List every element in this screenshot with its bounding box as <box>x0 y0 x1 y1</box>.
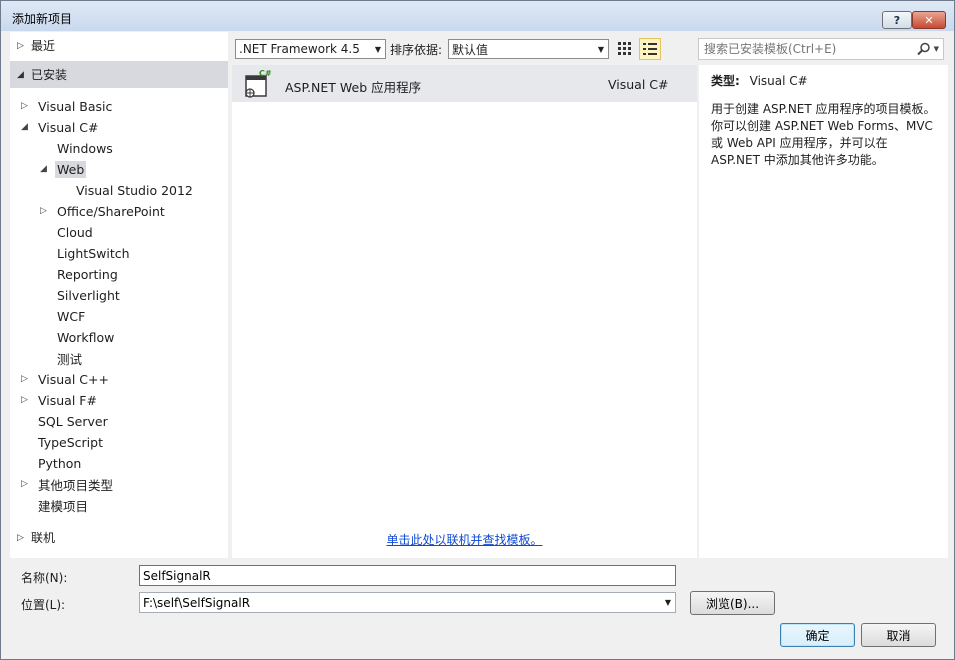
framework-select[interactable]: .NET Framework 4.5 ▼ <box>235 39 386 59</box>
grid-view-icon <box>618 42 631 55</box>
expand-arrow-icon[interactable]: ▷ <box>21 395 36 405</box>
section-installed-label: 已安装 <box>31 68 68 82</box>
tree-item-visual-basic[interactable]: ▷ Visual Basic <box>21 96 114 116</box>
expand-arrow-icon[interactable]: ▷ <box>40 206 55 216</box>
section-online-label: 联机 <box>31 531 56 545</box>
section-online[interactable]: ▷ 联机 <box>10 524 228 551</box>
name-input[interactable] <box>140 568 675 583</box>
template-item[interactable]: C# ASP.NET Web 应用程序 Visual C# <box>232 65 697 102</box>
collapse-arrow-icon: ◢ <box>17 69 24 80</box>
tree-item-visual-fsharp[interactable]: ▷ Visual F# <box>21 390 99 410</box>
template-description-panel: 类型: Visual C# 用于创建 ASP.NET 应用程序的项目模板。你可以… <box>699 65 948 558</box>
location-combo[interactable]: ▼ <box>139 592 676 613</box>
ok-button[interactable]: 确定 <box>780 623 855 647</box>
cancel-button[interactable]: 取消 <box>861 623 936 647</box>
sort-label: 排序依据: <box>390 43 443 57</box>
collapse-arrow-icon[interactable]: ◢ <box>21 122 36 132</box>
expand-arrow-icon: ▷ <box>17 40 24 51</box>
tree-item-visual-studio-2012[interactable]: Visual Studio 2012 <box>59 180 195 200</box>
window-title: 添加新项目 <box>12 12 73 26</box>
chevron-down-icon: ▼ <box>374 44 382 54</box>
browse-button[interactable]: 浏览(B)... <box>690 591 775 615</box>
chevron-down-icon[interactable]: ▼ <box>934 45 939 53</box>
list-view-icon <box>643 43 657 55</box>
find-templates-online-link[interactable]: 单击此处以联机并查找模板。 <box>232 531 697 548</box>
section-recent[interactable]: ▷ 最近 <box>10 32 228 59</box>
tree-item-python[interactable]: Python <box>21 453 83 473</box>
location-input[interactable] <box>140 595 661 610</box>
help-button[interactable]: ? <box>882 11 912 29</box>
tree-item-cloud[interactable]: Cloud <box>40 222 95 242</box>
tree-item-workflow[interactable]: Workflow <box>40 327 116 347</box>
template-language: Visual C# <box>608 77 669 92</box>
tree-item-visual-cpp[interactable]: ▷ Visual C++ <box>21 369 111 389</box>
template-list: C# ASP.NET Web 应用程序 Visual C# 单击此处以联机并查找… <box>232 65 697 558</box>
tree-item-web[interactable]: ◢ Web <box>40 159 87 179</box>
title-bar: 添加新项目 ? ✕ <box>1 1 954 31</box>
name-field[interactable] <box>139 565 676 586</box>
medium-icons-view-button[interactable] <box>639 38 661 60</box>
tree-item-silverlight[interactable]: Silverlight <box>40 285 122 305</box>
template-description: 用于创建 ASP.NET 应用程序的项目模板。你可以创建 ASP.NET Web… <box>711 102 936 167</box>
section-installed[interactable]: ◢ 已安装 <box>10 61 228 88</box>
tree-item-wcf[interactable]: WCF <box>40 306 87 326</box>
tree-item-windows[interactable]: Windows <box>40 138 115 158</box>
location-label: 位置(L): <box>21 598 66 612</box>
expand-arrow-icon[interactable]: ▷ <box>21 101 36 111</box>
expand-arrow-icon[interactable]: ▷ <box>21 374 36 384</box>
expand-arrow-icon[interactable]: ▷ <box>21 479 36 489</box>
tree-item-reporting[interactable]: Reporting <box>40 264 120 284</box>
close-button[interactable]: ✕ <box>912 11 946 29</box>
chevron-down-icon: ▼ <box>597 44 605 54</box>
sort-select[interactable]: 默认值 ▼ <box>448 39 609 59</box>
tree-item-lightswitch[interactable]: LightSwitch <box>40 243 132 263</box>
section-recent-label: 最近 <box>31 39 56 53</box>
collapse-arrow-icon[interactable]: ◢ <box>40 164 55 174</box>
tree-item-other-project-types[interactable]: ▷ 其他项目类型 <box>21 474 115 494</box>
search-templates-box[interactable]: ▼ <box>698 38 944 60</box>
template-type: 类型: Visual C# <box>711 74 808 88</box>
category-panel: ▷ 最近 ◢ 已安装 ▷ Visual Basic ◢ Visual C# Wi… <box>10 32 228 558</box>
search-input[interactable] <box>699 42 917 56</box>
template-name: ASP.NET Web 应用程序 <box>285 80 422 95</box>
name-label: 名称(N): <box>21 571 68 585</box>
tree-item-modeling-projects[interactable]: 建模项目 <box>21 495 90 515</box>
tree-item-test[interactable]: 测试 <box>40 348 84 368</box>
search-icon[interactable] <box>916 42 931 56</box>
svg-text:C#: C# <box>259 69 272 78</box>
chevron-down-icon[interactable]: ▼ <box>661 598 675 607</box>
tree-item-typescript[interactable]: TypeScript <box>21 432 105 452</box>
add-new-item-dialog: 添加新项目 ? ✕ ▷ 最近 ◢ 已安装 ▷ Visual Basic ◢ Vi… <box>0 0 955 660</box>
tree-item-visual-csharp[interactable]: ◢ Visual C# <box>21 117 101 137</box>
tree-item-sql-server[interactable]: SQL Server <box>21 411 110 431</box>
small-icons-view-button[interactable] <box>614 38 636 60</box>
tree-item-office-sharepoint[interactable]: ▷ Office/SharePoint <box>40 201 167 221</box>
web-project-icon: C# <box>245 69 272 98</box>
expand-arrow-icon: ▷ <box>17 532 24 543</box>
